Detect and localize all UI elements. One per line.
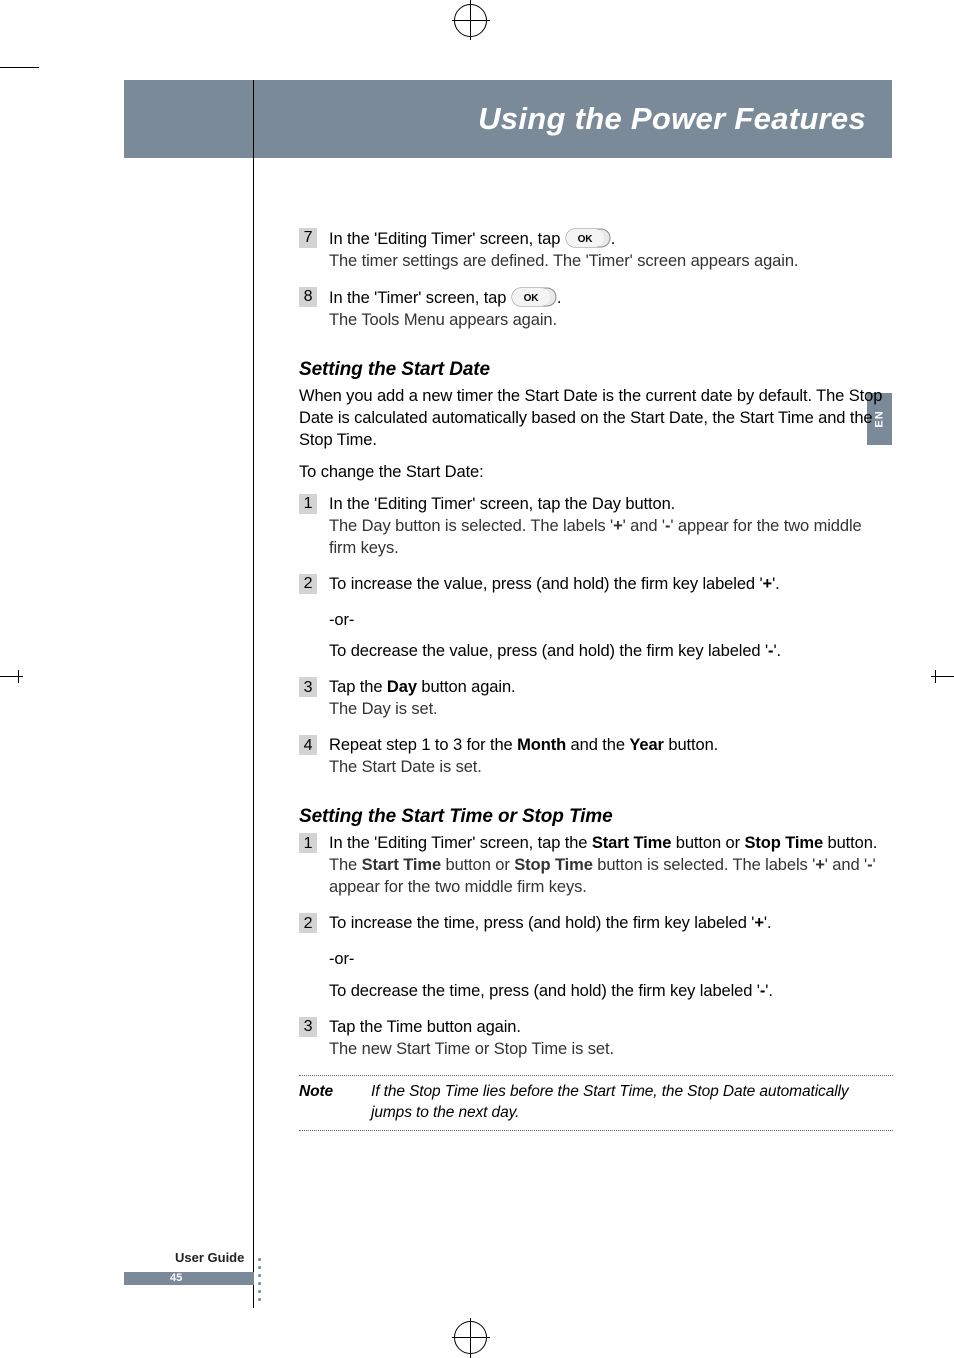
step-body: Tap the Time button again. The new Start… xyxy=(329,1017,893,1061)
step-text: . xyxy=(557,289,561,307)
step-text: Repeat step 1 to 3 for the Month and the… xyxy=(329,736,718,754)
list-item: 3 Tap the Time button again. The new Sta… xyxy=(299,1017,893,1061)
footer-guide-label: User Guide xyxy=(175,1250,244,1265)
step-number: 3 xyxy=(299,677,317,697)
page: Using the Power Features EN 7 In the 'Ed… xyxy=(62,40,892,1318)
step-body: Tap the Day button again. The Day is set… xyxy=(329,677,893,721)
section-heading: Setting the Start Time or Stop Time xyxy=(299,804,893,829)
step-sub: The Start Date is set. xyxy=(329,757,893,779)
list-item: 1 In the 'Editing Timer' screen, tap the… xyxy=(299,494,893,560)
crop-mark xyxy=(470,1318,471,1356)
step-sub: The Day is set. xyxy=(329,699,893,721)
step-body: In the 'Editing Timer' screen, tap OK. T… xyxy=(329,228,893,273)
section-heading: Setting the Start Date xyxy=(299,357,893,382)
step-number: 2 xyxy=(299,574,317,594)
step-number: 4 xyxy=(299,735,317,755)
svg-text:OK: OK xyxy=(577,234,593,245)
ok-button-icon: OK xyxy=(565,228,611,251)
crop-mark xyxy=(0,67,39,68)
list-item: 2 To increase the value, press (and hold… xyxy=(299,574,893,596)
crop-mark xyxy=(0,676,23,677)
list-item: 1 In the 'Editing Timer' screen, tap the… xyxy=(299,833,893,899)
step-text: To increase the value, press (and hold) … xyxy=(329,575,780,593)
crop-mark xyxy=(452,1337,490,1338)
step-text: In the 'Editing Timer' screen, tap xyxy=(329,230,565,248)
step-text: In the 'Editing Timer' screen, tap the D… xyxy=(329,495,675,513)
step-body: To increase the time, press (and hold) t… xyxy=(329,913,893,935)
step-number: 2 xyxy=(299,913,317,933)
list-item: 3 Tap the Day button again. The Day is s… xyxy=(299,677,893,721)
footer-dots xyxy=(258,1258,261,1301)
step-body: In the 'Timer' screen, tap OK. The Tools… xyxy=(329,287,893,332)
paragraph: When you add a new timer the Start Date … xyxy=(299,386,893,452)
step-body: In the 'Editing Timer' screen, tap the D… xyxy=(329,494,893,560)
note-block: Note If the Stop Time lies before the St… xyxy=(299,1075,893,1131)
step-alt: To decrease the value, press (and hold) … xyxy=(329,641,893,663)
step-alt: To decrease the time, press (and hold) t… xyxy=(329,981,893,1003)
step-text: In the 'Timer' screen, tap xyxy=(329,289,511,307)
note-label: Note xyxy=(299,1082,371,1124)
step-text: Tap the Time button again. xyxy=(329,1018,521,1036)
crop-mark xyxy=(18,670,19,683)
step-number: 1 xyxy=(299,833,317,853)
margin-rule xyxy=(253,80,254,1308)
step-sub: The Tools Menu appears again. xyxy=(329,310,893,332)
crop-mark xyxy=(470,2,471,40)
ok-button-icon: OK xyxy=(511,287,557,310)
or-separator: -or- xyxy=(329,949,893,971)
step-sub: The Start Time button or Stop Time butto… xyxy=(329,855,893,899)
page-number: 45 xyxy=(170,1272,182,1285)
svg-text:OK: OK xyxy=(523,293,539,304)
list-item: 7 In the 'Editing Timer' screen, tap OK.… xyxy=(299,228,893,273)
step-body: Repeat step 1 to 3 for the Month and the… xyxy=(329,735,893,779)
step-text: Tap the Day button again. xyxy=(329,678,516,696)
note-text: If the Stop Time lies before the Start T… xyxy=(371,1082,893,1124)
body-content: 7 In the 'Editing Timer' screen, tap OK.… xyxy=(299,228,893,1131)
step-sub: The new Start Time or Stop Time is set. xyxy=(329,1039,893,1061)
step-sub: The timer settings are defined. The 'Tim… xyxy=(329,251,893,273)
step-number: 8 xyxy=(299,287,317,307)
list-item: 2 To increase the time, press (and hold)… xyxy=(299,913,893,935)
crop-mark xyxy=(452,20,490,21)
step-sub: The Day button is selected. The labels '… xyxy=(329,516,893,560)
list-item: 4 Repeat step 1 to 3 for the Month and t… xyxy=(299,735,893,779)
footer-bar xyxy=(124,1272,254,1285)
paragraph: To change the Start Date: xyxy=(299,462,893,484)
step-body: In the 'Editing Timer' screen, tap the S… xyxy=(329,833,893,899)
step-text: In the 'Editing Timer' screen, tap the S… xyxy=(329,834,877,852)
step-number: 3 xyxy=(299,1017,317,1037)
step-text: . xyxy=(611,230,615,248)
step-number: 1 xyxy=(299,494,317,514)
step-text: To increase the time, press (and hold) t… xyxy=(329,914,771,932)
step-number: 7 xyxy=(299,228,317,248)
step-body: To increase the value, press (and hold) … xyxy=(329,574,893,596)
or-separator: -or- xyxy=(329,610,893,632)
crop-mark xyxy=(935,670,936,683)
chapter-header: Using the Power Features xyxy=(132,80,892,158)
chapter-title: Using the Power Features xyxy=(478,101,866,137)
list-item: 8 In the 'Timer' screen, tap OK. The Too… xyxy=(299,287,893,332)
